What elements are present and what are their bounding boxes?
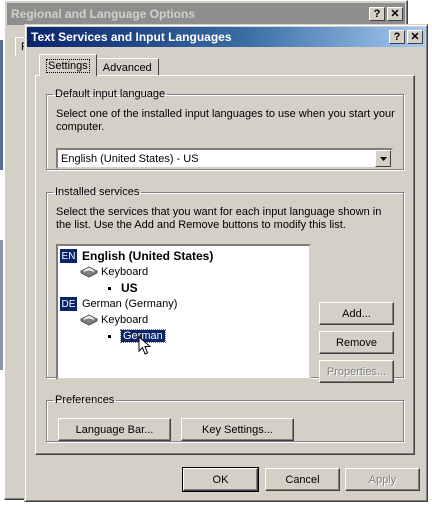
bullet-icon xyxy=(108,286,111,290)
help-button[interactable]: ? xyxy=(389,30,405,44)
regional-options-title-bar: Regional and Language Options ? ✕ xyxy=(7,3,405,25)
dialog-title: Text Services and Input Languages xyxy=(31,30,232,44)
cancel-button[interactable]: Cancel xyxy=(265,468,340,491)
tree-item-english-keyboard[interactable]: Keyboard xyxy=(80,264,148,280)
tab-strip: Settings Advanced xyxy=(39,54,159,76)
installed-services-legend: Installed services xyxy=(55,186,140,198)
tree-item-english[interactable]: EN English (United States) xyxy=(60,248,213,264)
tab-settings-label: Settings xyxy=(46,58,90,73)
tab-settings[interactable]: Settings xyxy=(39,54,97,76)
properties-button[interactable]: Properties... xyxy=(319,360,394,383)
language-bar-button[interactable]: Language Bar... xyxy=(58,418,171,441)
installed-services-group: Installed services Select the services t… xyxy=(46,186,404,383)
desktop-strip-lower xyxy=(0,240,3,370)
default-input-group: Default input language Select one of the… xyxy=(46,88,404,170)
tree-item-english-label: English (United States) xyxy=(82,249,214,263)
preferences-group: Preferences Language Bar... Key Settings… xyxy=(46,394,404,442)
keyboard-icon xyxy=(80,314,98,326)
preferences-legend: Preferences xyxy=(55,394,115,406)
tree-item-german-keyboard[interactable]: Keyboard xyxy=(80,312,148,328)
regional-options-title: Regional and Language Options xyxy=(11,7,196,21)
remove-button[interactable]: Remove xyxy=(319,331,394,354)
ok-button[interactable]: OK xyxy=(182,467,259,492)
key-settings-button[interactable]: Key Settings... xyxy=(181,418,294,441)
default-input-description: Select one of the installed input langua… xyxy=(56,108,395,133)
settings-panel: Default input language Select one of the… xyxy=(35,75,415,455)
tab-advanced[interactable]: Advanced xyxy=(95,58,159,76)
dialog-title-bar[interactable]: Text Services and Input Languages ? ✕ xyxy=(27,27,425,47)
de-badge-icon: DE xyxy=(60,297,77,311)
tab-advanced-label: Advanced xyxy=(102,61,152,74)
en-badge-icon: EN xyxy=(60,249,77,263)
apply-button[interactable]: Apply xyxy=(345,468,420,491)
back-help-button[interactable]: ? xyxy=(369,7,385,21)
tree-item-english-keyboard-label: Keyboard xyxy=(101,266,149,278)
installed-services-description: Select the services that you want for ea… xyxy=(56,206,382,231)
tree-item-us-label: US xyxy=(121,281,138,295)
dropdown-arrow-icon[interactable] xyxy=(375,150,391,167)
default-input-legend: Default input language xyxy=(55,88,166,100)
tree-item-german[interactable]: DE German (Germany) xyxy=(60,296,177,312)
mouse-cursor-icon xyxy=(138,336,152,355)
close-button[interactable]: ✕ xyxy=(407,30,423,44)
bullet-icon xyxy=(108,334,111,338)
desktop-strip xyxy=(0,40,3,170)
tree-item-german-keyboard-label: Keyboard xyxy=(101,314,149,326)
back-close-button[interactable]: ✕ xyxy=(387,7,403,21)
default-language-value: English (United States) - US xyxy=(61,152,199,165)
tree-item-german-service[interactable]: German xyxy=(108,328,166,344)
services-tree[interactable]: EN English (United States) Keyboard US D… xyxy=(56,244,311,380)
tree-item-german-label: German (Germany) xyxy=(82,298,178,310)
default-language-select[interactable]: English (United States) - US xyxy=(56,148,393,169)
add-button[interactable]: Add... xyxy=(319,302,394,325)
text-services-dialog: Text Services and Input Languages ? ✕ Se… xyxy=(24,24,428,502)
keyboard-icon xyxy=(80,266,98,278)
tree-item-us-service[interactable]: US xyxy=(108,280,138,296)
